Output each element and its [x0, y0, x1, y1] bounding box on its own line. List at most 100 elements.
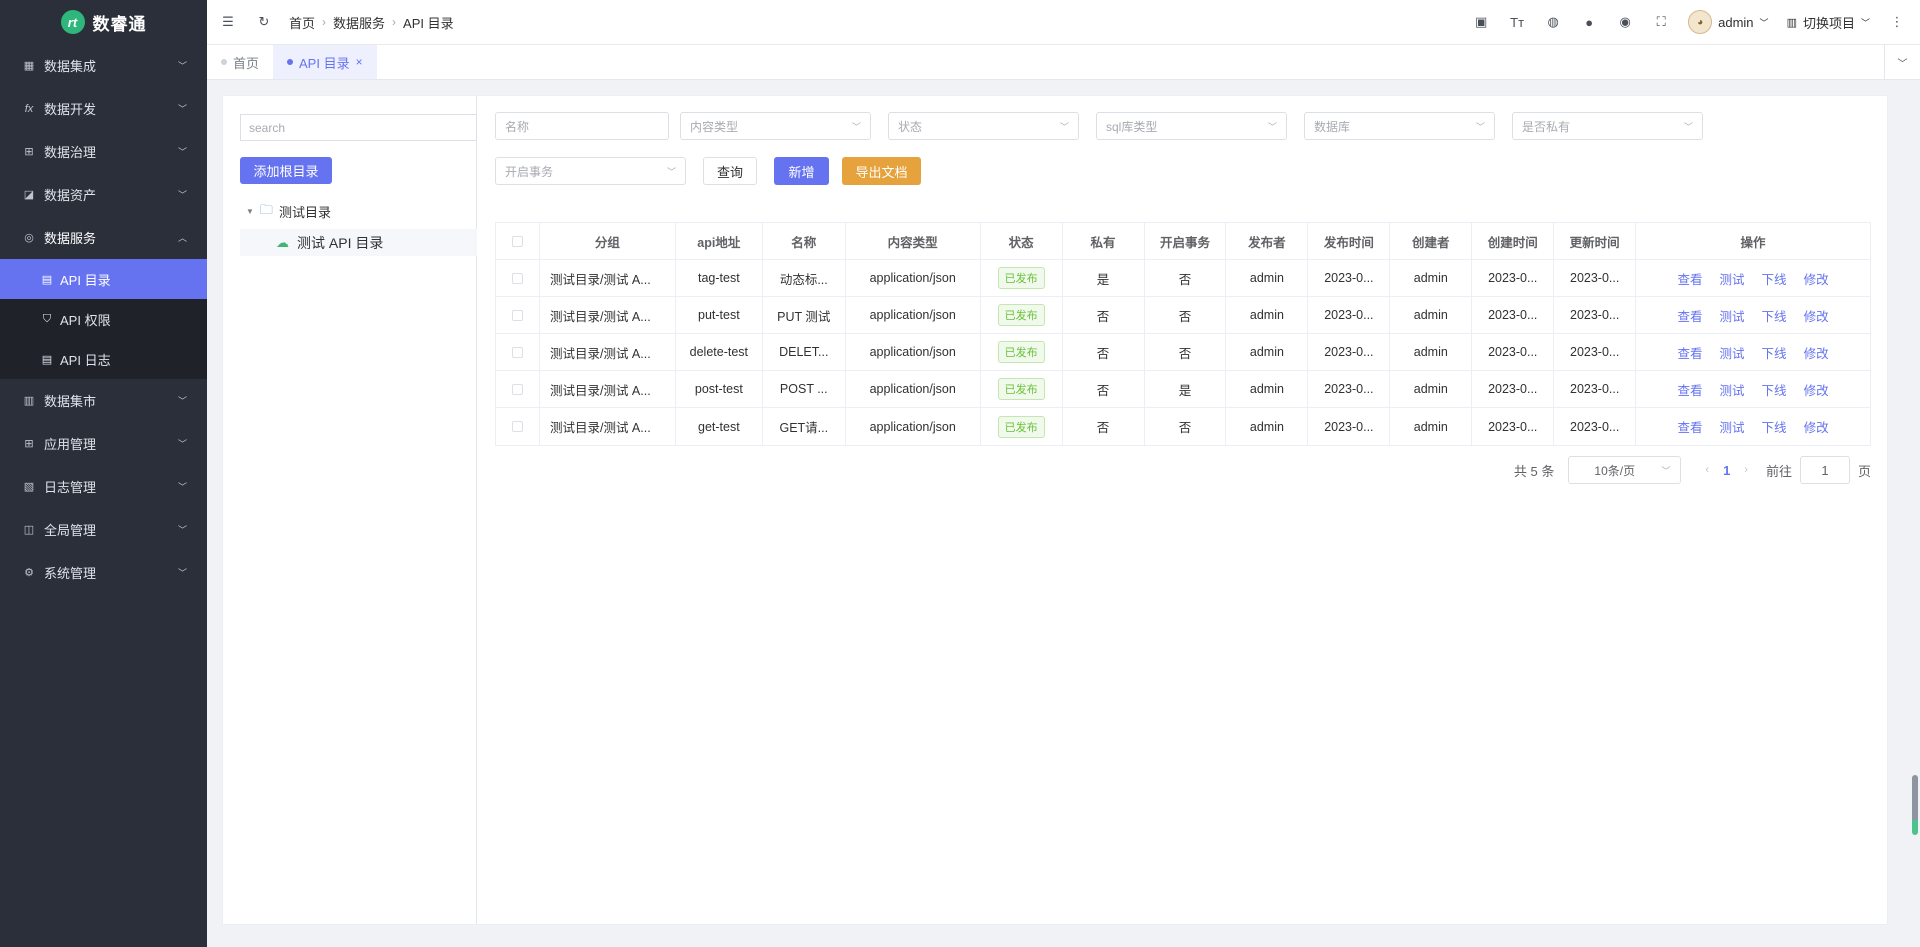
edit-link[interactable]: 修改	[1804, 306, 1829, 325]
new-button[interactable]: 新增	[774, 157, 829, 185]
tree-node-root[interactable]: ▼ 🗀 测试目录	[240, 198, 477, 225]
sidebar-item-apps[interactable]: ⊞ 应用管理 ﹀	[0, 422, 207, 465]
row-checkbox[interactable]	[511, 272, 523, 284]
offline-link[interactable]: 下线	[1762, 380, 1787, 399]
view-link[interactable]: 查看	[1678, 343, 1703, 362]
row-checkbox[interactable]	[511, 383, 523, 395]
cell-publisher: admin	[1226, 297, 1309, 333]
offline-link[interactable]: 下线	[1762, 343, 1787, 362]
tree-node-child[interactable]: ☁ 测试 API 目录	[240, 229, 477, 256]
user-menu[interactable]: ◕ admin ﹀	[1688, 10, 1769, 34]
breadcrumb-service[interactable]: 数据服务	[333, 13, 385, 32]
column-header: 更新时间	[1554, 223, 1637, 259]
breadcrumb-home[interactable]: 首页	[289, 13, 315, 32]
test-link[interactable]: 测试	[1720, 380, 1745, 399]
sidebar-subitem-api-permission[interactable]: ⛉ API 权限	[0, 299, 207, 339]
table-row: 测试目录/测试 A... tag-test 动态标... application…	[496, 260, 1870, 297]
breadcrumb-separator-icon: ›	[322, 15, 327, 29]
row-checkbox[interactable]	[511, 346, 523, 358]
edit-link[interactable]: 修改	[1804, 380, 1829, 399]
tab-api-catalog[interactable]: API 目录 ×	[273, 45, 377, 79]
github-icon[interactable]: ●	[1580, 15, 1598, 30]
view-link[interactable]: 查看	[1678, 380, 1703, 399]
row-checkbox[interactable]	[511, 309, 523, 321]
view-link[interactable]: 查看	[1678, 417, 1703, 436]
add-root-button[interactable]: 添加根目录	[240, 157, 332, 184]
menu-collapse-icon[interactable]: ☰	[219, 14, 237, 30]
sidebar-item-integration[interactable]: ▦ 数据集成 ﹀	[0, 44, 207, 87]
chevron-down-icon: ﹀	[1059, 121, 1069, 132]
offline-link[interactable]: 下线	[1762, 417, 1787, 436]
sidebar-subitem-api-catalog[interactable]: ▤ API 目录	[0, 259, 207, 299]
gitee-icon[interactable]: ◉	[1616, 14, 1634, 30]
sidebar-item-development[interactable]: fx 数据开发 ﹀	[0, 87, 207, 130]
private-select[interactable]: 是否私有 ﹀	[1512, 112, 1703, 140]
sidebar-item-label: 数据开发	[44, 102, 97, 117]
column-header: 创建时间	[1472, 223, 1555, 259]
chevron-down-icon: ﹀	[666, 166, 676, 177]
view-link[interactable]: 查看	[1678, 269, 1703, 288]
page-scrollbar[interactable]	[1912, 775, 1918, 835]
name-input[interactable]: 名称	[495, 112, 669, 140]
sql-type-select[interactable]: sql库类型 ﹀	[1096, 112, 1287, 140]
edit-link[interactable]: 修改	[1804, 269, 1829, 288]
test-link[interactable]: 测试	[1720, 269, 1745, 288]
export-docs-button[interactable]: 导出文档	[842, 157, 921, 185]
query-button[interactable]: 查询	[703, 157, 757, 185]
sidebar-item-market[interactable]: ▥ 数据集市 ﹀	[0, 379, 207, 422]
refresh-icon[interactable]: ↻	[255, 14, 273, 30]
more-vertical-icon[interactable]: ⋮	[1888, 14, 1906, 30]
chevron-down-icon: ﹀	[177, 439, 187, 449]
globe-icon[interactable]: ◍	[1544, 14, 1562, 30]
chevron-down-icon: ﹀	[1683, 121, 1693, 132]
fullscreen-icon[interactable]: ⛶	[1652, 14, 1670, 30]
current-page[interactable]: 1	[1723, 463, 1730, 478]
sidebar-item-assets[interactable]: ◪ 数据资产 ﹀	[0, 173, 207, 216]
column-header: 发布者	[1226, 223, 1309, 259]
chevron-down-icon: ﹀	[851, 121, 861, 132]
cell-publish-time: 2023-0...	[1308, 260, 1391, 296]
content-type-select[interactable]: 内容类型 ﹀	[680, 112, 871, 140]
cell-content-type: application/json	[846, 297, 981, 333]
tab-dot-icon	[287, 59, 294, 65]
cell-name: POST ...	[763, 371, 846, 407]
select-all-checkbox[interactable]	[511, 235, 523, 247]
sidebar-item-service[interactable]: ◎ 数据服务 ︿	[0, 216, 207, 259]
table-header-row: 分组 api地址 名称 内容类型 状态 私有 开启事务 发布者 发布时间 创建者…	[496, 223, 1870, 260]
offline-link[interactable]: 下线	[1762, 269, 1787, 288]
status-select[interactable]: 状态 ﹀	[888, 112, 1079, 140]
prev-page-icon[interactable]: ‹	[1705, 464, 1709, 476]
cell-publisher: admin	[1226, 334, 1309, 370]
next-page-icon[interactable]: ›	[1744, 464, 1748, 476]
goto-page-input[interactable]: 1	[1799, 456, 1850, 484]
database-select[interactable]: 数据库 ﹀	[1304, 112, 1495, 140]
app-logo[interactable]: rt 数睿通	[0, 0, 207, 44]
tab-home[interactable]: 首页	[207, 45, 273, 79]
sidebar-item-logs[interactable]: ▧ 日志管理 ﹀	[0, 465, 207, 508]
edit-link[interactable]: 修改	[1804, 343, 1829, 362]
sidebar-item-governance[interactable]: ⊞ 数据治理 ﹀	[0, 130, 207, 173]
sidebar-subitem-api-log[interactable]: ▤ API 日志	[0, 339, 207, 379]
project-switch[interactable]: ▥ 切换项目 ﹀	[1787, 13, 1870, 32]
tabs-dropdown-button[interactable]: ﹀	[1884, 45, 1920, 79]
test-link[interactable]: 测试	[1720, 343, 1745, 362]
database-placeholder: 数据库	[1314, 119, 1351, 134]
catalog-tree-pane: search 添加根目录 ▼ 🗀 测试目录 ☁ 测试 API 目录	[223, 96, 477, 924]
tree-search-input[interactable]: search	[240, 114, 477, 141]
page-size-select[interactable]: 10条/页 ﹀	[1568, 456, 1682, 484]
row-checkbox[interactable]	[511, 421, 523, 432]
view-link[interactable]: 查看	[1678, 306, 1703, 325]
cell-status: 已发布	[981, 297, 1063, 333]
test-link[interactable]: 测试	[1720, 306, 1745, 325]
sidebar-item-global[interactable]: ◫ 全局管理 ﹀	[0, 508, 207, 551]
transaction-select[interactable]: 开启事务 ﹀	[495, 157, 686, 185]
caret-down-icon[interactable]: ▼	[246, 207, 254, 216]
image-icon[interactable]: ▣	[1472, 14, 1490, 30]
cell-status: 已发布	[981, 408, 1063, 445]
font-size-icon[interactable]: Tт	[1508, 15, 1526, 30]
sidebar-item-system[interactable]: ⚙ 系统管理 ﹀	[0, 551, 207, 594]
close-icon[interactable]: ×	[356, 55, 363, 69]
offline-link[interactable]: 下线	[1762, 306, 1787, 325]
test-link[interactable]: 测试	[1720, 417, 1745, 436]
edit-link[interactable]: 修改	[1804, 417, 1829, 436]
